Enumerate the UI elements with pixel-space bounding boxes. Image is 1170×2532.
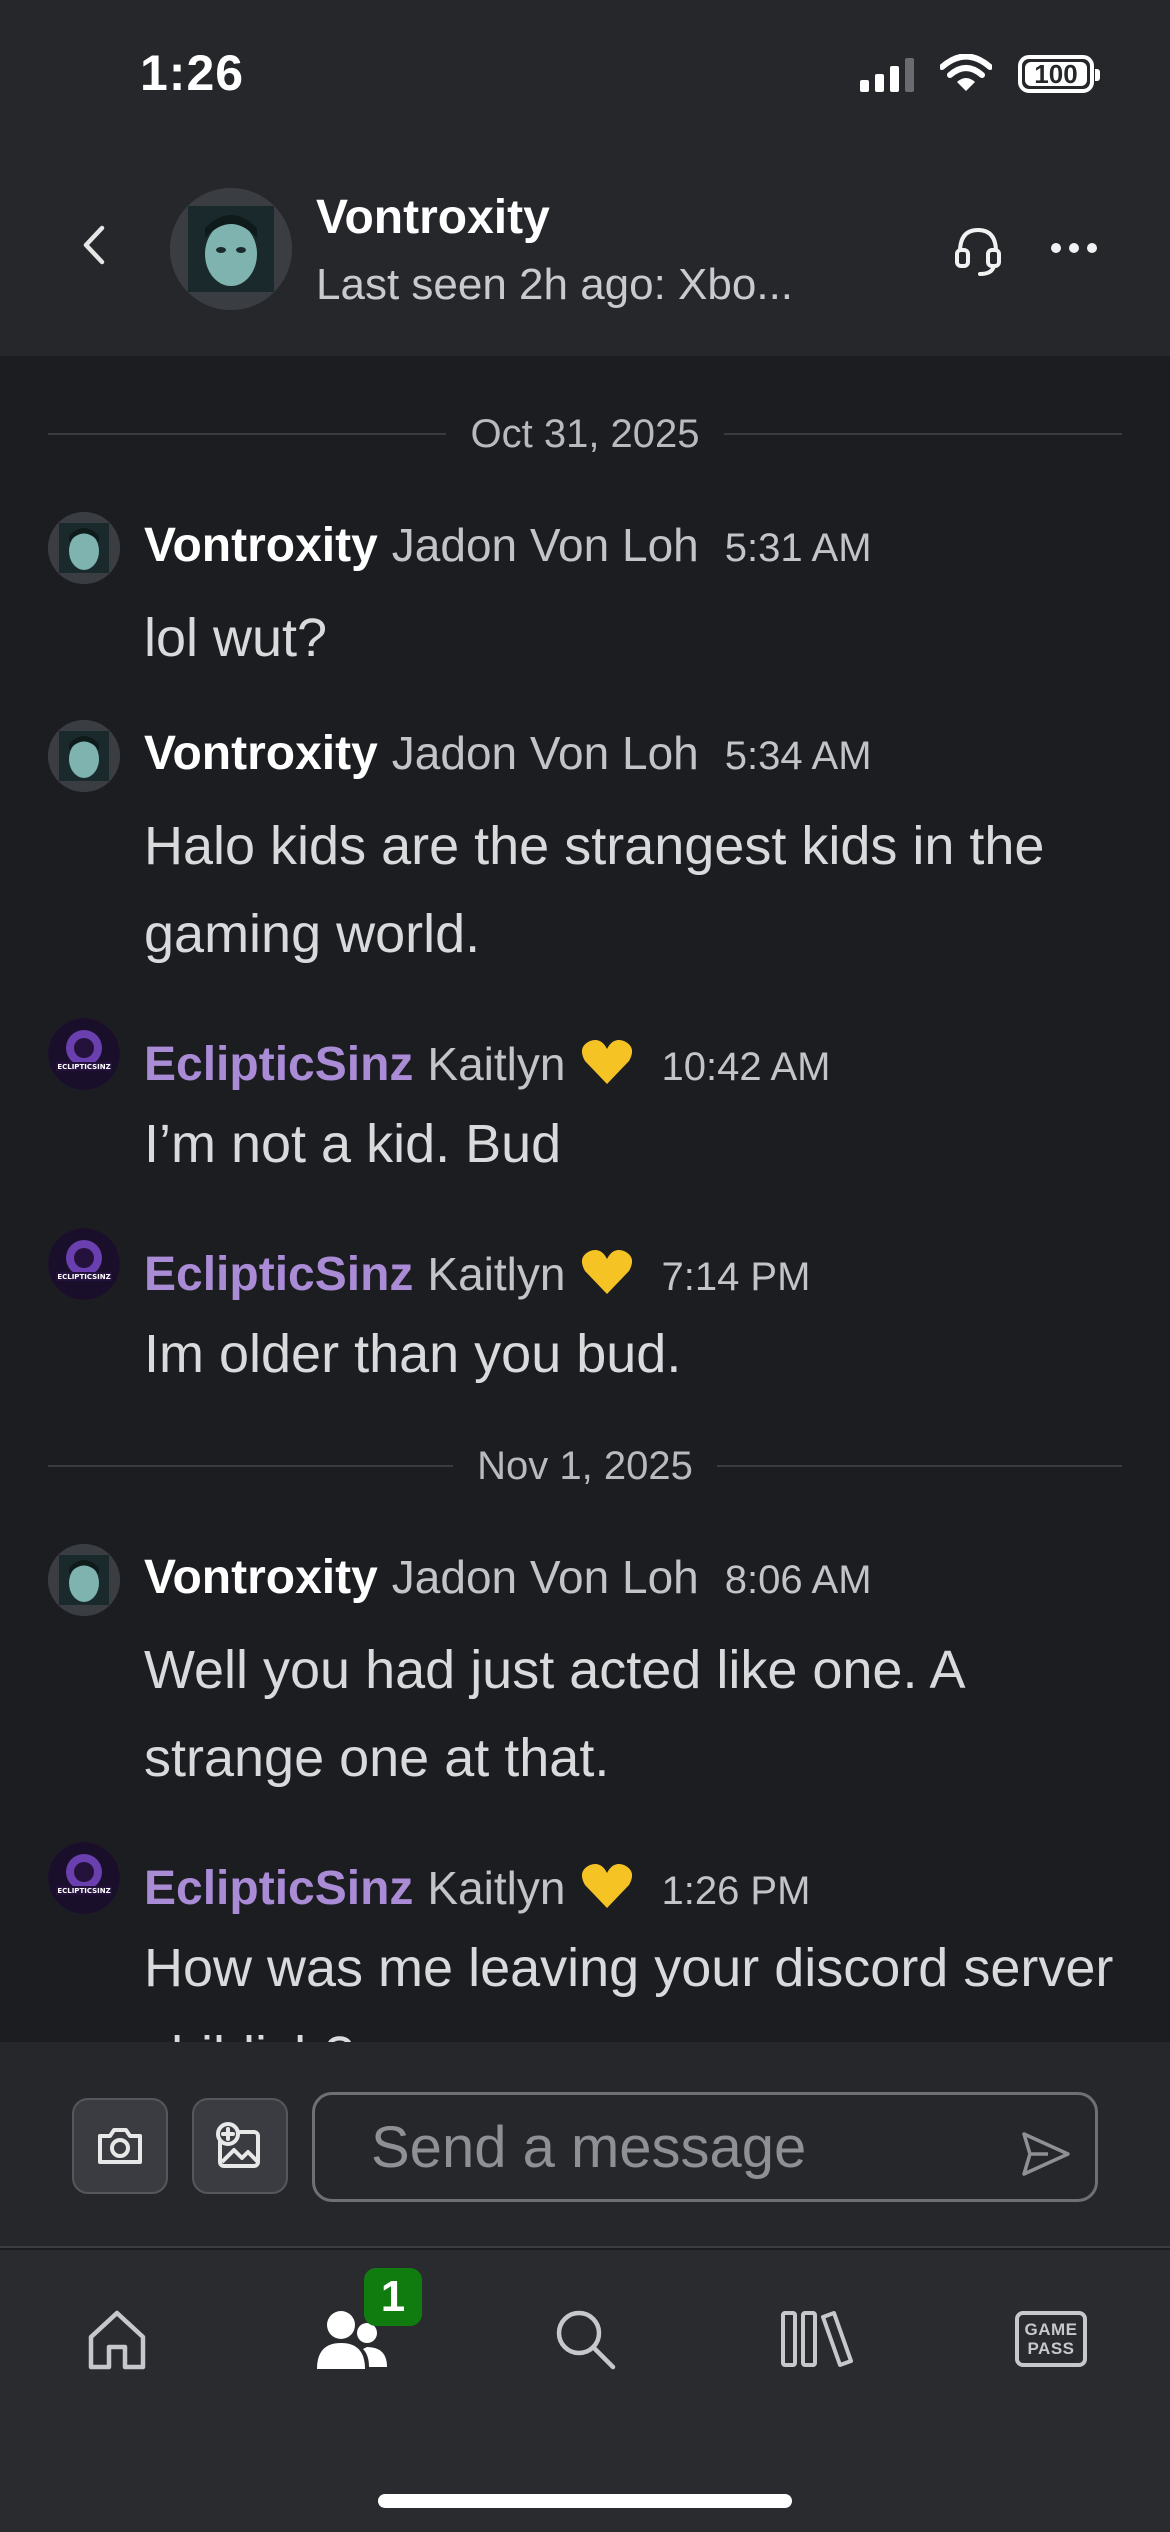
image-add-icon [216, 2122, 260, 2168]
camera-icon [98, 2128, 142, 2164]
search-icon [556, 2310, 616, 2370]
battery-icon: 100 [1018, 55, 1100, 93]
svg-text:ECLIPTICSINZ: ECLIPTICSINZ [57, 1063, 110, 1071]
gamertag[interactable]: EclipticSinz [144, 1247, 413, 1302]
conversation-title[interactable]: Vontroxity [316, 190, 550, 245]
date-divider: Oct 31, 2025 [48, 411, 1123, 456]
real-name: Kaitlyn [427, 1038, 566, 1090]
gamertag[interactable]: EclipticSinz [144, 1037, 413, 1092]
avatar[interactable]: ECLIPTICSINZ [48, 1228, 120, 1300]
gamertag[interactable]: Vontroxity [144, 1550, 378, 1605]
date-label: Nov 1, 2025 [477, 1443, 693, 1488]
message-time: 7:14 PM [661, 1255, 811, 1299]
nav-library[interactable] [772, 2294, 862, 2384]
avatar[interactable] [48, 512, 120, 584]
real-name: Jadon Von Loh [391, 1551, 699, 1603]
message-time: 10:42 AM [661, 1045, 831, 1089]
presence-status: Last seen 2h ago: Xbo... [316, 260, 794, 309]
more-icon[interactable] [1046, 228, 1102, 268]
gamertag[interactable]: Vontroxity [144, 518, 378, 573]
avatar[interactable] [48, 720, 120, 792]
avatar[interactable]: ECLIPTICSINZ [48, 1018, 120, 1090]
avatar[interactable] [170, 188, 292, 310]
real-name: Kaitlyn [427, 1862, 566, 1914]
gamertag[interactable]: Vontroxity [144, 726, 378, 781]
date-divider: Nov 1, 2025 [48, 1443, 1123, 1488]
gamepass-line2: PASS [1027, 2339, 1075, 2358]
nav-home[interactable] [72, 2294, 162, 2384]
camera-button[interactable] [72, 2098, 168, 2194]
nav-search[interactable] [540, 2294, 630, 2384]
message-text: Im older than you bud. [144, 1324, 682, 1384]
real-name: Kaitlyn [427, 1248, 566, 1300]
message-time: 8:06 AM [724, 1558, 872, 1602]
gamepass-line1: GAME [1024, 2320, 1078, 2339]
battery-percent: 100 [1034, 58, 1078, 89]
top-bar: 1:26 100 Vontroxity Last seen 2h ago: Xb… [0, 0, 1170, 356]
status-time: 1:26 [140, 45, 245, 101]
real-name: Jadon Von Loh [391, 727, 699, 779]
message-text: Halo kids are the strangest kids in the … [144, 816, 1045, 964]
message-text: lol wut? [144, 608, 328, 668]
yellow-heart-icon [582, 1864, 633, 1908]
friends-badge: 1 [364, 2268, 422, 2326]
message-input[interactable] [312, 2092, 1098, 2202]
gamertag[interactable]: EclipticSinz [144, 1861, 413, 1916]
headset-icon[interactable] [950, 222, 1006, 278]
wifi-icon [940, 54, 992, 91]
send-icon[interactable] [1018, 2126, 1074, 2182]
message-list[interactable]: Oct 31, 2025 Vontroxity Jadon Von Loh 5:… [0, 356, 1170, 2042]
nav-gamepass[interactable]: GAME PASS [1006, 2294, 1096, 2384]
message-time: 1:26 PM [661, 1869, 811, 1913]
status-icons: 100 [860, 54, 1100, 94]
cellular-signal-icon [860, 56, 914, 92]
home-indicator [378, 2494, 792, 2508]
composer [0, 2042, 1170, 2248]
gamepass-icon: GAME PASS [1015, 2311, 1087, 2367]
library-icon [781, 2311, 853, 2367]
message-text: How was me leaving your discord server c… [144, 1938, 1114, 2042]
date-label: Oct 31, 2025 [470, 411, 700, 456]
yellow-heart-icon [582, 1040, 633, 1084]
message-time: 5:34 AM [724, 734, 872, 778]
svg-text:ECLIPTICSINZ: ECLIPTICSINZ [57, 1887, 110, 1895]
bottom-nav: 1 GAME PASS [0, 2250, 1170, 2532]
svg-text:ECLIPTICSINZ: ECLIPTICSINZ [57, 1273, 110, 1281]
add-image-button[interactable] [192, 2098, 288, 2194]
message-text: I’m not a kid. Bud [144, 1114, 562, 1174]
back-chevron-icon[interactable] [70, 220, 120, 270]
avatar[interactable] [48, 1544, 120, 1616]
avatar[interactable]: ECLIPTICSINZ [48, 1842, 120, 1914]
real-name: Jadon Von Loh [391, 519, 699, 571]
yellow-heart-icon [582, 1250, 633, 1294]
message-time: 5:31 AM [724, 526, 872, 570]
message-text: Well you had just acted like one. A stra… [144, 1640, 963, 1788]
home-icon [88, 2310, 146, 2370]
